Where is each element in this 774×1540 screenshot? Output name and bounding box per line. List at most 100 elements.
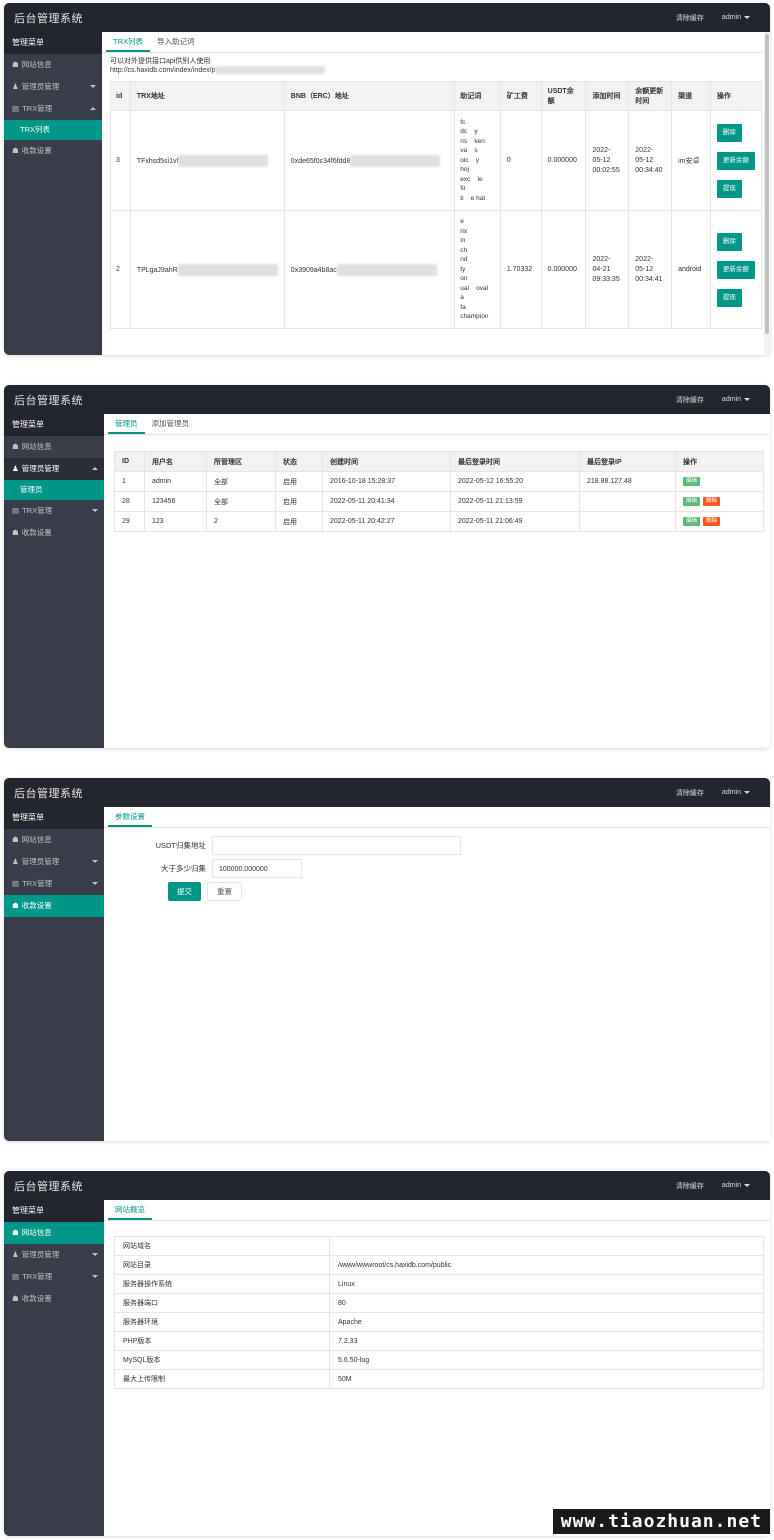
app-title: 后台管理系统 xyxy=(14,394,83,407)
clear-cache-link[interactable]: 清除缓存 xyxy=(676,395,704,405)
sidebar-header: 管理菜单 xyxy=(4,32,102,54)
submit-button[interactable]: 提交 xyxy=(168,882,201,901)
table-row: MySQL版本 5.6.50-log xyxy=(114,1350,764,1370)
delete-button[interactable]: 删除 xyxy=(703,497,721,506)
tab-bar: 管理员 添加管理员 xyxy=(104,414,770,435)
cell-username: admin xyxy=(144,471,207,492)
delete-button[interactable]: 删除 xyxy=(716,123,742,142)
cell-actions: 编辑 xyxy=(675,471,764,492)
reset-button[interactable]: 重置 xyxy=(207,882,242,901)
redacted-block xyxy=(215,66,326,75)
api-url[interactable]: http://cs.haxidb.com/index/index/p xyxy=(110,67,215,74)
update-balance-button[interactable]: 更新余额 xyxy=(716,151,755,170)
col-created: 创建时间 xyxy=(322,451,451,472)
admins-table: ID 用户名 所管理区 状态 创建时间 最后登录时间 最后登录IP 操作 1 a… xyxy=(114,451,764,532)
sidebar-header: 管理菜单 xyxy=(4,414,104,436)
sidebar-item-admin-mgmt[interactable]: ♟ 管理员管理 xyxy=(4,458,104,480)
sidebar-item-trx-mgmt[interactable]: ▤ TRX管理 xyxy=(4,1266,104,1288)
update-balance-button[interactable]: 更新余额 xyxy=(716,260,755,279)
sidebar-item-trx-mgmt[interactable]: ▤ TRX管理 xyxy=(4,98,102,120)
users-icon: ♟ xyxy=(12,1250,19,1259)
main-content: 管理员 添加管理员 ID 用户名 所管理区 状态 创建时间 最后登录时间 最后登… xyxy=(104,414,770,748)
usdt-address-input[interactable] xyxy=(212,836,461,855)
withdraw-button[interactable]: 提现 xyxy=(716,288,742,307)
sidebar-item-trx-mgmt[interactable]: ▤ TRX管理 xyxy=(4,500,104,522)
user-name: admin xyxy=(721,396,741,403)
col-actions: 操作 xyxy=(675,451,764,472)
clear-cache-link[interactable]: 清除缓存 xyxy=(676,788,704,798)
scrollbar-thumb[interactable] xyxy=(765,34,769,334)
chevron-down-icon xyxy=(92,882,98,885)
clear-cache-link[interactable]: 清除缓存 xyxy=(676,1181,704,1191)
delete-button[interactable]: 删除 xyxy=(716,232,742,251)
user-menu[interactable]: admin xyxy=(722,396,750,403)
user-name: admin xyxy=(721,1182,741,1189)
sidebar-item-admin-mgmt[interactable]: ♟ 管理员管理 xyxy=(4,851,104,873)
sidebar-item-label: 收款设置 xyxy=(21,901,52,910)
sidebar: 管理菜单 ☗ 网站信息 ♟ 管理员管理 ▤ TRX管理 ☗ 收款设置 xyxy=(4,1200,104,1536)
home-icon: ☗ xyxy=(12,60,19,69)
sidebar-subitem-admins[interactable]: 管理员 xyxy=(4,480,104,500)
cell-status: 启用 xyxy=(275,471,323,492)
tab-import-mnemonic[interactable]: 导入助记词 xyxy=(150,32,202,52)
chevron-down-icon xyxy=(92,1253,98,1256)
col-username: 用户名 xyxy=(144,451,207,472)
edit-button[interactable]: 编辑 xyxy=(683,517,701,526)
user-menu[interactable]: admin xyxy=(722,14,750,21)
sidebar-item-admin-mgmt[interactable]: ♟ 管理员管理 xyxy=(4,76,102,98)
user-menu[interactable]: admin xyxy=(722,1182,750,1189)
table-row: 服务器环境 Apache xyxy=(114,1312,764,1332)
col-trx-address: TRX地址 xyxy=(129,81,285,111)
sidebar-item-payment[interactable]: ☗ 收款设置 xyxy=(4,895,104,917)
sidebar-item-payment[interactable]: ☗ 收款设置 xyxy=(4,140,102,162)
tab-admins[interactable]: 管理员 xyxy=(108,414,145,434)
redacted-block xyxy=(350,154,441,167)
trx-address: TPLgaJ9ahR xyxy=(136,266,178,274)
redacted-block xyxy=(177,263,278,276)
sidebar-item-site-info[interactable]: ☗ 网站信息 xyxy=(4,54,102,76)
edit-button[interactable]: 编辑 xyxy=(683,477,701,486)
col-area: 所管理区 xyxy=(206,451,276,472)
cell-last-login: 2022-05-11 21:13:59 xyxy=(450,491,580,512)
col-mnemonic: 助记词 xyxy=(454,81,501,111)
threshold-input[interactable]: 100000.000000 xyxy=(212,859,302,878)
tab-add-admin[interactable]: 添加管理员 xyxy=(145,414,197,434)
cell-username: 123 xyxy=(144,511,207,532)
sidebar-item-payment[interactable]: ☗ 收款设置 xyxy=(4,1288,104,1310)
sidebar-item-label: TRX管理 xyxy=(22,1272,53,1281)
sidebar-item-label: TRX管理 xyxy=(22,879,53,888)
vertical-scrollbar[interactable] xyxy=(764,32,770,355)
sidebar-subitem-trx-list[interactable]: TRX列表 xyxy=(4,120,102,140)
top-bar: 后台管理系统 清除缓存 admin xyxy=(4,778,770,807)
edit-button[interactable]: 编辑 xyxy=(683,497,701,506)
clear-cache-link[interactable]: 清除缓存 xyxy=(676,13,704,23)
cell-actions: 编辑 删除 xyxy=(675,511,764,532)
panel-payment-settings: 后台管理系统 清除缓存 admin 管理菜单 ☗ 网站信息 ♟ 管理员管理 ▤ TRX… xyxy=(4,778,770,1141)
tab-site-overview[interactable]: 网站概览 xyxy=(108,1200,152,1220)
cell-last-ip xyxy=(579,491,676,512)
user-menu[interactable]: admin xyxy=(722,789,750,796)
site-info-table: 网站域名 网站目录/www/wwwroot/cs.haxidb.com/publi… xyxy=(114,1236,764,1389)
main-content: TRX列表 导入助记词 可以对外提供接口api供别人使用 http://cs.h… xyxy=(102,32,770,355)
sidebar-item-admin-mgmt[interactable]: ♟ 管理员管理 xyxy=(4,1244,104,1266)
usdt-address-label: USDT归集地址 xyxy=(155,841,206,850)
tab-bar: TRX列表 导入助记词 xyxy=(102,32,770,53)
cell-added: 2022- 04-21 09:33:35 xyxy=(585,210,630,329)
withdraw-button[interactable]: 提现 xyxy=(716,179,742,198)
top-bar: 后台管理系统 清除缓存 admin xyxy=(4,3,770,32)
tab-params[interactable]: 参数设置 xyxy=(108,807,152,827)
form-actions: 提交 重置 xyxy=(104,882,770,901)
sidebar-item-site-info[interactable]: ☗ 网站信息 xyxy=(4,436,104,458)
sidebar-item-site-info[interactable]: ☗ 网站信息 xyxy=(4,1222,104,1244)
sidebar-item-payment[interactable]: ☗ 收款设置 xyxy=(4,522,104,544)
tab-trx-list[interactable]: TRX列表 xyxy=(106,32,150,52)
col-bnb-address: BNB（ERC）地址 xyxy=(283,81,456,111)
trx-table: id TRX地址 BNB（ERC）地址 助记词 矿工费 USDT余额 添加时间 … xyxy=(110,81,763,329)
cell-mnemonic: e rix in ch nd ty on ual oval a fa champ… xyxy=(454,210,501,329)
sidebar-item-trx-mgmt[interactable]: ▤ TRX管理 xyxy=(4,873,104,895)
sidebar-item-label: 网站信息 xyxy=(21,442,52,451)
cell-area: 全部 xyxy=(206,491,276,512)
delete-button[interactable]: 删除 xyxy=(703,517,721,526)
top-bar: 后台管理系统 清除缓存 admin xyxy=(4,1171,770,1200)
sidebar-item-site-info[interactable]: ☗ 网站信息 xyxy=(4,829,104,851)
